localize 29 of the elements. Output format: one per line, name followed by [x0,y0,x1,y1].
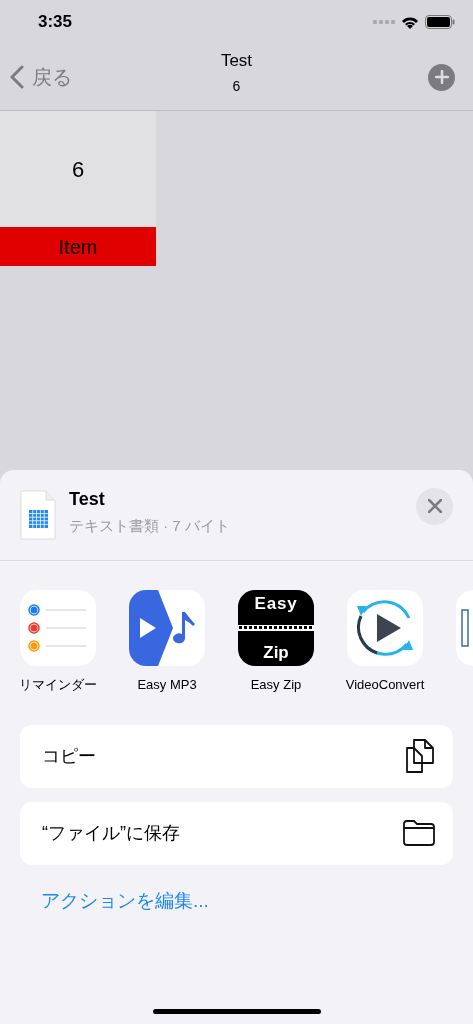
app-label: リマインダー [19,676,97,694]
play-music-icon[interactable] [129,590,205,666]
folder-icon [403,820,435,846]
status-time: 3:35 [38,11,73,34]
plus-icon [434,70,449,84]
close-icon [427,499,442,513]
file-name: Test [69,488,106,512]
battery-icon [425,15,455,29]
grid-cell[interactable]: 6 [0,111,156,227]
nav-subtitle: 6 [232,77,241,96]
action-row[interactable]: “ファイル”に保存 [20,801,453,865]
zip-app-icon[interactable]: Easy Zip [238,590,314,666]
spreadsheet-file-icon [20,490,56,540]
app-label: VideoConvert [345,676,425,694]
add-button[interactable] [428,63,455,91]
signal-icon [373,20,395,24]
file-info: テキスト書類 · 7 バイト [69,516,231,537]
checklist-icon[interactable] [20,590,96,666]
chevron-left-icon [10,65,24,89]
close-button[interactable] [416,487,453,525]
action-row[interactable]: コピー [20,724,453,788]
app-icon[interactable] [456,590,473,666]
wifi-icon [401,15,419,29]
play-refresh-icon[interactable] [347,590,423,666]
app-label: Easy MP3 [137,676,197,694]
nav-title: Test [220,50,253,72]
app-label: Easy Zip [250,676,302,694]
item-label: Item [0,227,156,266]
copy-icon [405,739,435,773]
